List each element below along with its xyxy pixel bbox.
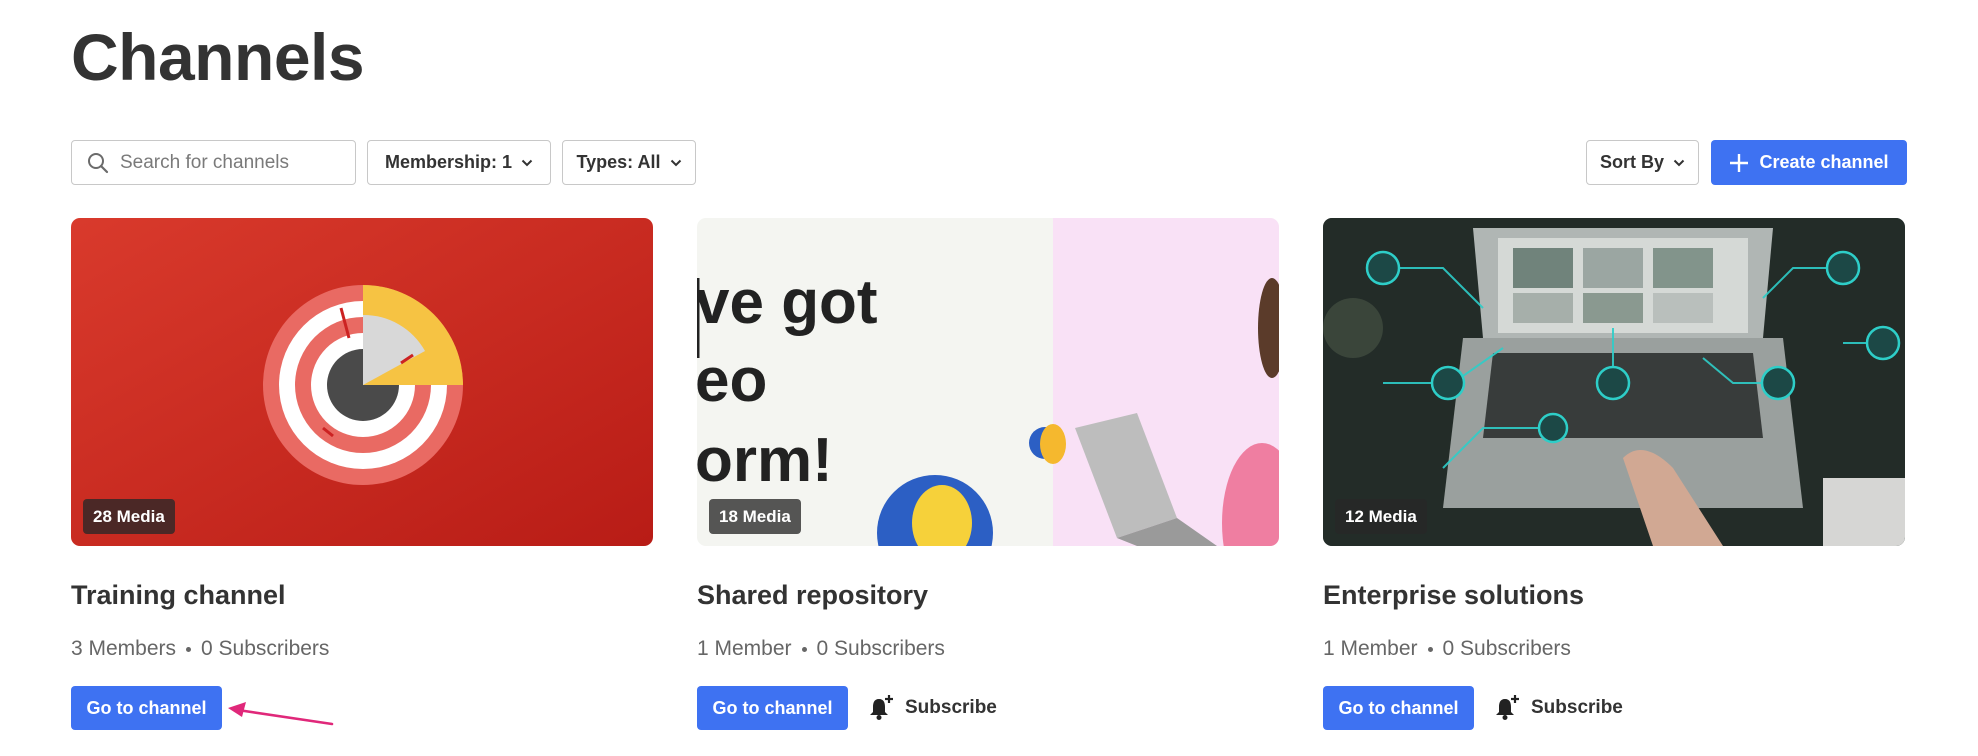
channel-meta: 3 Members 0 Subscribers	[71, 637, 329, 661]
channel-card: ve got eo orm! 18 Media Shared repositor…	[697, 218, 1279, 730]
channel-title[interactable]: Enterprise solutions	[1323, 580, 1584, 611]
annotation-arrow-icon	[228, 702, 334, 726]
channel-title[interactable]: Training channel	[71, 580, 286, 611]
channels-page: Channels Membership: 1 Types: All Sort B…	[0, 0, 1978, 756]
sort-by-dropdown[interactable]: Sort By	[1586, 140, 1699, 185]
members-count: 3 Members	[71, 637, 177, 660]
video-platform-promo-image: ve got eo orm!	[697, 218, 1279, 546]
channel-card: 12 Media Enterprise solutions 1 Member 0…	[1323, 218, 1905, 730]
membership-filter-dropdown[interactable]: Membership: 1	[367, 140, 551, 185]
channel-meta: 1 Member 0 Subscribers	[697, 637, 945, 661]
subscribe-button[interactable]: Subscribe	[1493, 686, 1623, 730]
media-count-badge: 28 Media	[83, 499, 175, 534]
channel-thumbnail[interactable]: 12 Media	[1323, 218, 1905, 546]
subscribers-count: 0 Subscribers	[816, 637, 945, 660]
page-title: Channels	[71, 20, 365, 94]
chevron-down-icon	[670, 159, 681, 166]
search-input[interactable]	[120, 151, 340, 174]
subscribe-label: Subscribe	[1531, 697, 1623, 718]
members-count: 1 Member	[697, 637, 792, 660]
channel-card: 28 Media Training channel 3 Members 0 Su…	[71, 218, 653, 730]
channel-thumbnail[interactable]: ve got eo orm! 18 Media	[697, 218, 1279, 546]
channel-meta: 1 Member 0 Subscribers	[1323, 637, 1571, 661]
subscribe-button[interactable]: Subscribe	[867, 686, 997, 730]
bell-plus-icon	[1496, 695, 1519, 720]
create-channel-button[interactable]: Create channel	[1711, 140, 1907, 185]
channel-title[interactable]: Shared repository	[697, 580, 928, 611]
subscribers-count: 0 Subscribers	[201, 637, 330, 660]
media-count-badge: 18 Media	[709, 499, 801, 534]
members-count: 1 Member	[1323, 637, 1418, 660]
chevron-down-icon	[521, 159, 533, 166]
search-icon	[88, 152, 109, 173]
laptop-network-image	[1323, 218, 1905, 546]
sort-by-label: Sort By	[1599, 152, 1664, 172]
plus-icon	[1730, 153, 1749, 172]
go-to-channel-button[interactable]: Go to channel	[1323, 686, 1474, 730]
separator-dot	[186, 646, 192, 652]
target-dartboard-image	[71, 218, 653, 546]
promo-text-line-2: eo	[697, 346, 767, 415]
create-channel-label: Create channel	[1759, 152, 1889, 172]
chevron-down-icon	[1673, 159, 1685, 166]
subscribe-label: Subscribe	[905, 697, 997, 718]
types-filter-dropdown[interactable]: Types: All	[562, 140, 696, 185]
subscribers-count: 0 Subscribers	[1442, 637, 1571, 660]
toolbar: Membership: 1 Types: All Sort By Create …	[71, 140, 1907, 185]
go-to-channel-button[interactable]: Go to channel	[71, 686, 222, 730]
separator-dot	[801, 646, 807, 652]
promo-text-line-3: orm!	[697, 426, 833, 495]
bell-plus-icon	[870, 695, 893, 720]
promo-text-line-1: ve got	[697, 268, 878, 337]
types-filter-label: Types: All	[576, 152, 661, 172]
separator-dot	[1427, 646, 1433, 652]
media-count-badge: 12 Media	[1335, 499, 1427, 534]
membership-filter-label: Membership: 1	[384, 152, 513, 172]
go-to-channel-button[interactable]: Go to channel	[697, 686, 848, 730]
search-box[interactable]	[71, 140, 356, 185]
channel-thumbnail[interactable]: 28 Media	[71, 218, 653, 546]
